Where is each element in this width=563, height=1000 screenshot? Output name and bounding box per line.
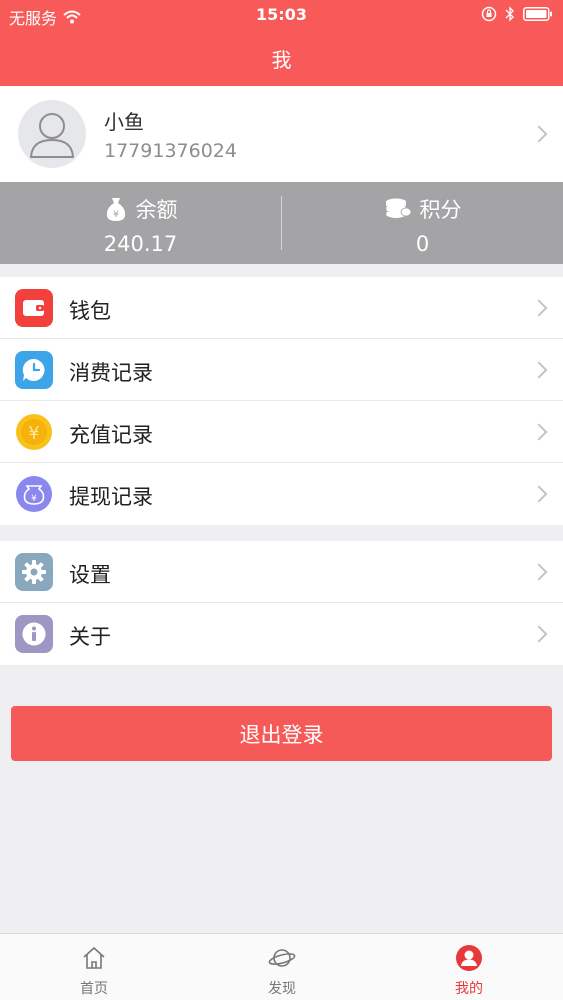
page-title: 我: [271, 47, 292, 72]
menu-item-consumption-records[interactable]: 消费记录: [0, 339, 563, 401]
menu-label-settings: 设置: [69, 563, 111, 587]
chevron-right-icon: [530, 423, 548, 441]
tab-home[interactable]: 首页: [0, 934, 188, 1000]
menu-label-consumption: 消费记录: [69, 361, 153, 385]
tab-discover[interactable]: 发现: [188, 934, 376, 1000]
clock-chat-icon: [15, 351, 53, 389]
chevron-right-icon: [530, 485, 548, 503]
points-header: 积分: [282, 194, 563, 224]
menu-label-wallet: 钱包: [69, 299, 111, 323]
points-stat[interactable]: 积分 0: [282, 182, 563, 264]
planet-icon: [268, 949, 296, 967]
chevron-right-icon: [530, 625, 548, 643]
yen-coin-icon: ¥: [15, 413, 53, 451]
menu-item-about[interactable]: 关于: [0, 603, 563, 665]
user-name: 小鱼: [104, 110, 144, 134]
menu-group-records: 钱包 消费记录 ¥ 充值记录 ¥ 提现记录: [0, 277, 563, 525]
user-phone: 17791376024: [104, 140, 237, 162]
balance-header: ¥ 余额: [0, 194, 281, 224]
tab-bar: 首页 发现 我的: [0, 933, 563, 1000]
status-time: 15:03: [256, 5, 307, 24]
menu-group-settings: 设置 关于: [0, 541, 563, 665]
yen-bag-icon: ¥: [15, 475, 53, 513]
bluetooth-icon: [505, 6, 514, 22]
profile-card[interactable]: 小鱼 17791376024: [0, 86, 563, 182]
money-bag-icon: ¥: [106, 198, 125, 221]
tab-label-discover: 发现: [268, 981, 296, 997]
menu-item-withdraw-records[interactable]: ¥ 提现记录: [0, 463, 563, 525]
battery-icon: [523, 7, 552, 21]
svg-text:¥: ¥: [113, 210, 119, 220]
gear-icon: [15, 553, 53, 591]
menu-label-withdraw: 提现记录: [69, 485, 153, 509]
avatar[interactable]: [18, 100, 86, 168]
home-icon: [83, 947, 105, 969]
menu-label-about: 关于: [69, 625, 111, 649]
points-label: 积分: [419, 198, 462, 222]
points-value: 0: [415, 232, 430, 256]
tab-mine[interactable]: 我的: [375, 934, 563, 1000]
nav-bar: 我: [0, 30, 563, 86]
logout-button[interactable]: 退出登录: [11, 706, 552, 761]
status-icons: [481, 6, 553, 22]
info-icon: [15, 615, 53, 653]
status-bar: 无服务 15:03: [0, 0, 563, 30]
logout-label: 退出登录: [239, 722, 324, 747]
chevron-right-icon: [530, 125, 548, 143]
rotation-lock-icon: [481, 6, 497, 22]
chevron-right-icon: [530, 563, 548, 581]
wallet-icon: [15, 289, 53, 327]
balance-label: 余额: [135, 198, 178, 222]
balance-stat[interactable]: ¥ 余额 240.17: [0, 182, 281, 264]
tab-label-mine: 我的: [455, 981, 483, 997]
tab-label-home: 首页: [80, 981, 108, 997]
svg-text:¥: ¥: [31, 494, 37, 504]
menu-item-settings[interactable]: 设置: [0, 541, 563, 603]
svg-text:¥: ¥: [28, 423, 39, 444]
menu-item-wallet[interactable]: 钱包: [0, 277, 563, 339]
user-icon: [456, 945, 482, 971]
balance-value: 240.17: [103, 232, 178, 256]
coin-stack-icon: [385, 198, 411, 219]
avatar-placeholder-icon: [29, 113, 75, 158]
stats-bar: ¥ 余额 240.17 积分 0: [0, 182, 563, 264]
chevron-right-icon: [530, 361, 548, 379]
menu-item-recharge-records[interactable]: ¥ 充值记录: [0, 401, 563, 463]
menu-label-recharge: 充值记录: [69, 423, 153, 447]
chevron-right-icon: [530, 299, 548, 317]
